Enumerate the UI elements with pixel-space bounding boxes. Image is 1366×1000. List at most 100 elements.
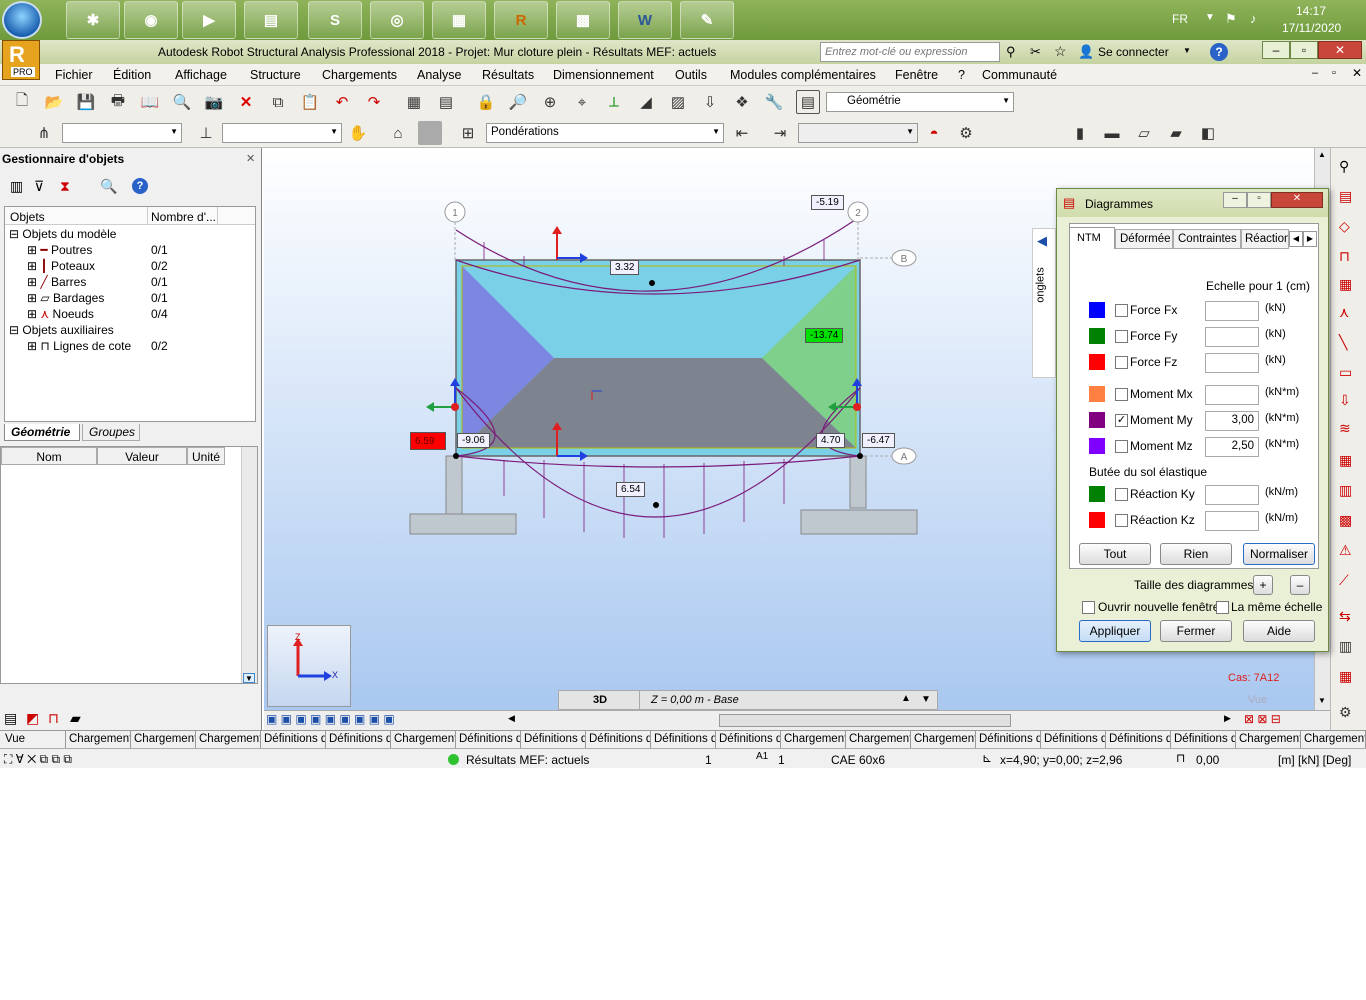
window-tab-20[interactable]: Chargement [1301, 731, 1366, 749]
find-icon[interactable]: 🔍 [100, 178, 117, 195]
tab-groupes[interactable]: Groupes [82, 424, 140, 441]
hscroll-left-icon[interactable]: ◀ [508, 713, 515, 724]
table-icon[interactable]: ▦ [402, 90, 426, 114]
increase-size-button[interactable]: + [1253, 575, 1273, 595]
tab-contraintes[interactable]: Contraintes [1173, 229, 1241, 249]
tree-item-lignes-de-cote[interactable]: ⊞ ⊓ Lignes de cote 0/2 [27, 339, 247, 355]
disc-icon[interactable]: ◎ [370, 1, 424, 39]
favorites-icon[interactable]: ☆ [1054, 43, 1067, 60]
r-action-ky-scale-input[interactable] [1205, 485, 1259, 505]
design-icon[interactable]: ⚠ [1339, 542, 1352, 559]
moment-mx-scale-input[interactable] [1205, 385, 1259, 405]
panel-close-icon[interactable]: ✕ [246, 152, 255, 165]
onglets-tab[interactable]: ◀ onglets [1032, 228, 1056, 378]
clock-time[interactable]: 14:17 [1296, 4, 1326, 18]
tab-reaction[interactable]: Réaction [1241, 229, 1289, 249]
viewport-hscrollbar[interactable] [719, 714, 1011, 727]
force-fz-checkbox[interactable] [1115, 356, 1128, 369]
tout-button[interactable]: Tout [1079, 543, 1151, 565]
bar-selection-combo[interactable] [222, 123, 342, 143]
r-action-kz-checkbox[interactable] [1115, 514, 1128, 527]
tree-item-noeuds[interactable]: ⊞ ⋏ Noeuds 0/4 [27, 307, 247, 323]
tray-chevron-icon[interactable]: ▼ [1205, 12, 1215, 23]
app-menu-button[interactable]: R PRO [2, 40, 40, 80]
moment-label-left-bottom[interactable]: -9.06 [457, 433, 490, 448]
preview-icon[interactable]: 🔍 [170, 90, 194, 114]
sections-icon[interactable]: ▤ [1339, 188, 1352, 205]
force-fx-checkbox[interactable] [1115, 304, 1128, 317]
help-icon[interactable]: ? [1210, 43, 1228, 61]
window-tab-13[interactable]: Chargement [846, 731, 911, 749]
settings-icon[interactable]: ⚙ [1339, 704, 1352, 721]
action-center-icon[interactable]: ⚑ [1225, 11, 1237, 27]
nodes-icon[interactable]: ⚲ [1339, 158, 1349, 175]
moment-label-bottom-mid[interactable]: 6.54 [616, 482, 646, 497]
new-window-checkbox[interactable] [1082, 601, 1095, 614]
moment-label-right-bottom1[interactable]: 4.70 [816, 433, 846, 448]
window-tab-11[interactable]: Définitions d [716, 731, 781, 749]
tree-group-model[interactable]: ⊟ Objets du modèle [9, 227, 116, 243]
volume-icon[interactable]: ♪ [1250, 11, 1257, 26]
language-indicator[interactable]: FR [1172, 12, 1188, 26]
manager-tree-icon[interactable]: ▥ [10, 178, 23, 195]
menu-dimensionnement[interactable]: Dimensionnement [553, 68, 654, 82]
level-down-icon[interactable]: ▼ [921, 694, 931, 705]
arrow-left-icon[interactable]: ◀ [1037, 233, 1047, 249]
reinforcement-icon[interactable]: ⟋ [1339, 572, 1349, 589]
fermer-button[interactable]: Fermer [1160, 620, 1232, 642]
normaliser-button[interactable]: Normaliser [1243, 543, 1315, 565]
window-tab-19[interactable]: Chargement [1236, 731, 1301, 749]
bar-select-icon[interactable]: ⊥ [194, 121, 218, 145]
search-input[interactable]: Entrez mot-clé ou expression [820, 42, 1000, 62]
view-extra-icons[interactable]: ⊠ ⊠ ⊟ [1244, 712, 1281, 726]
view-mode-3d[interactable]: 3D [593, 694, 607, 706]
menu-communaute[interactable]: Communauté [982, 68, 1057, 82]
props-col-nom[interactable]: Nom [1, 447, 97, 465]
print-icon[interactable]: 🖶 [106, 90, 130, 114]
beam-icon[interactable]: ▬ [1100, 121, 1124, 145]
window-tab-vue[interactable]: Vue [2, 731, 66, 749]
materials-tab-icon[interactable]: ▰ [70, 710, 81, 727]
moment-mx-checkbox[interactable] [1115, 388, 1128, 401]
r-action-kz-scale-input[interactable] [1205, 511, 1259, 531]
window-tab-18[interactable]: Définitions d [1171, 731, 1236, 749]
menu-affichage[interactable]: Affichage [175, 68, 227, 82]
supports-icon[interactable]: ⊓ [1339, 248, 1350, 265]
window-tab-6[interactable]: Chargement [391, 731, 456, 749]
calculator-icon[interactable]: ▩ [556, 1, 610, 39]
solid-icon[interactable]: ◧ [1196, 121, 1220, 145]
force-fx-scale-input[interactable] [1205, 301, 1259, 321]
menu-resultats[interactable]: Résultats [482, 68, 534, 82]
menu-modules[interactable]: Modules complémentaires [730, 68, 876, 82]
paste-icon[interactable]: 📋 [298, 90, 322, 114]
report-icon[interactable]: ▤ [434, 90, 458, 114]
window-tab-17[interactable]: Définitions d [1106, 731, 1171, 749]
moment-mz-scale-input[interactable]: 2,50 [1205, 437, 1259, 457]
layout-combo[interactable]: Géométrie [826, 92, 1014, 112]
moment-mz-checkbox[interactable] [1115, 440, 1128, 453]
signin-chevron-icon[interactable]: ▼ [1183, 46, 1191, 55]
props-col-valeur[interactable]: Valeur [97, 447, 187, 465]
force-fz-scale-input[interactable] [1205, 353, 1259, 373]
scroll-up-icon[interactable]: ▲ [1318, 150, 1326, 159]
combination-icon[interactable]: ⇆ [1339, 608, 1351, 625]
animation-icon[interactable]: ⚙ [954, 121, 978, 145]
right-footing[interactable] [800, 509, 918, 535]
clock-date[interactable]: 17/11/2020 [1282, 21, 1341, 35]
appliquer-button[interactable]: Appliquer [1079, 620, 1151, 642]
node-numbers-icon[interactable]: ⌖ [570, 90, 594, 114]
antivirus-icon[interactable]: ✱ [66, 1, 120, 39]
home-view-icon[interactable]: ⌂ [386, 121, 410, 145]
loads-tab-icon[interactable]: ◩ [26, 710, 39, 727]
start-orb-icon[interactable] [2, 1, 42, 39]
menu-edition[interactable]: Édition [113, 68, 151, 82]
tree-item-poteaux[interactable]: ⊞ ┃ Poteaux 0/2 [27, 259, 247, 275]
skype-icon[interactable]: S [308, 1, 362, 39]
next-case-icon[interactable]: ⇥ [768, 121, 792, 145]
zoom-icon[interactable]: 🔎 [506, 90, 530, 114]
layout-icon[interactable]: ▤ [796, 90, 820, 114]
tree-item-bardages[interactable]: ⊞ ▱ Bardages 0/1 [27, 291, 247, 307]
tree-item-barres[interactable]: ⊞ ╱ Barres 0/1 [27, 275, 247, 291]
tab-deformee[interactable]: Déformée [1115, 229, 1173, 249]
right-column[interactable] [849, 455, 867, 509]
